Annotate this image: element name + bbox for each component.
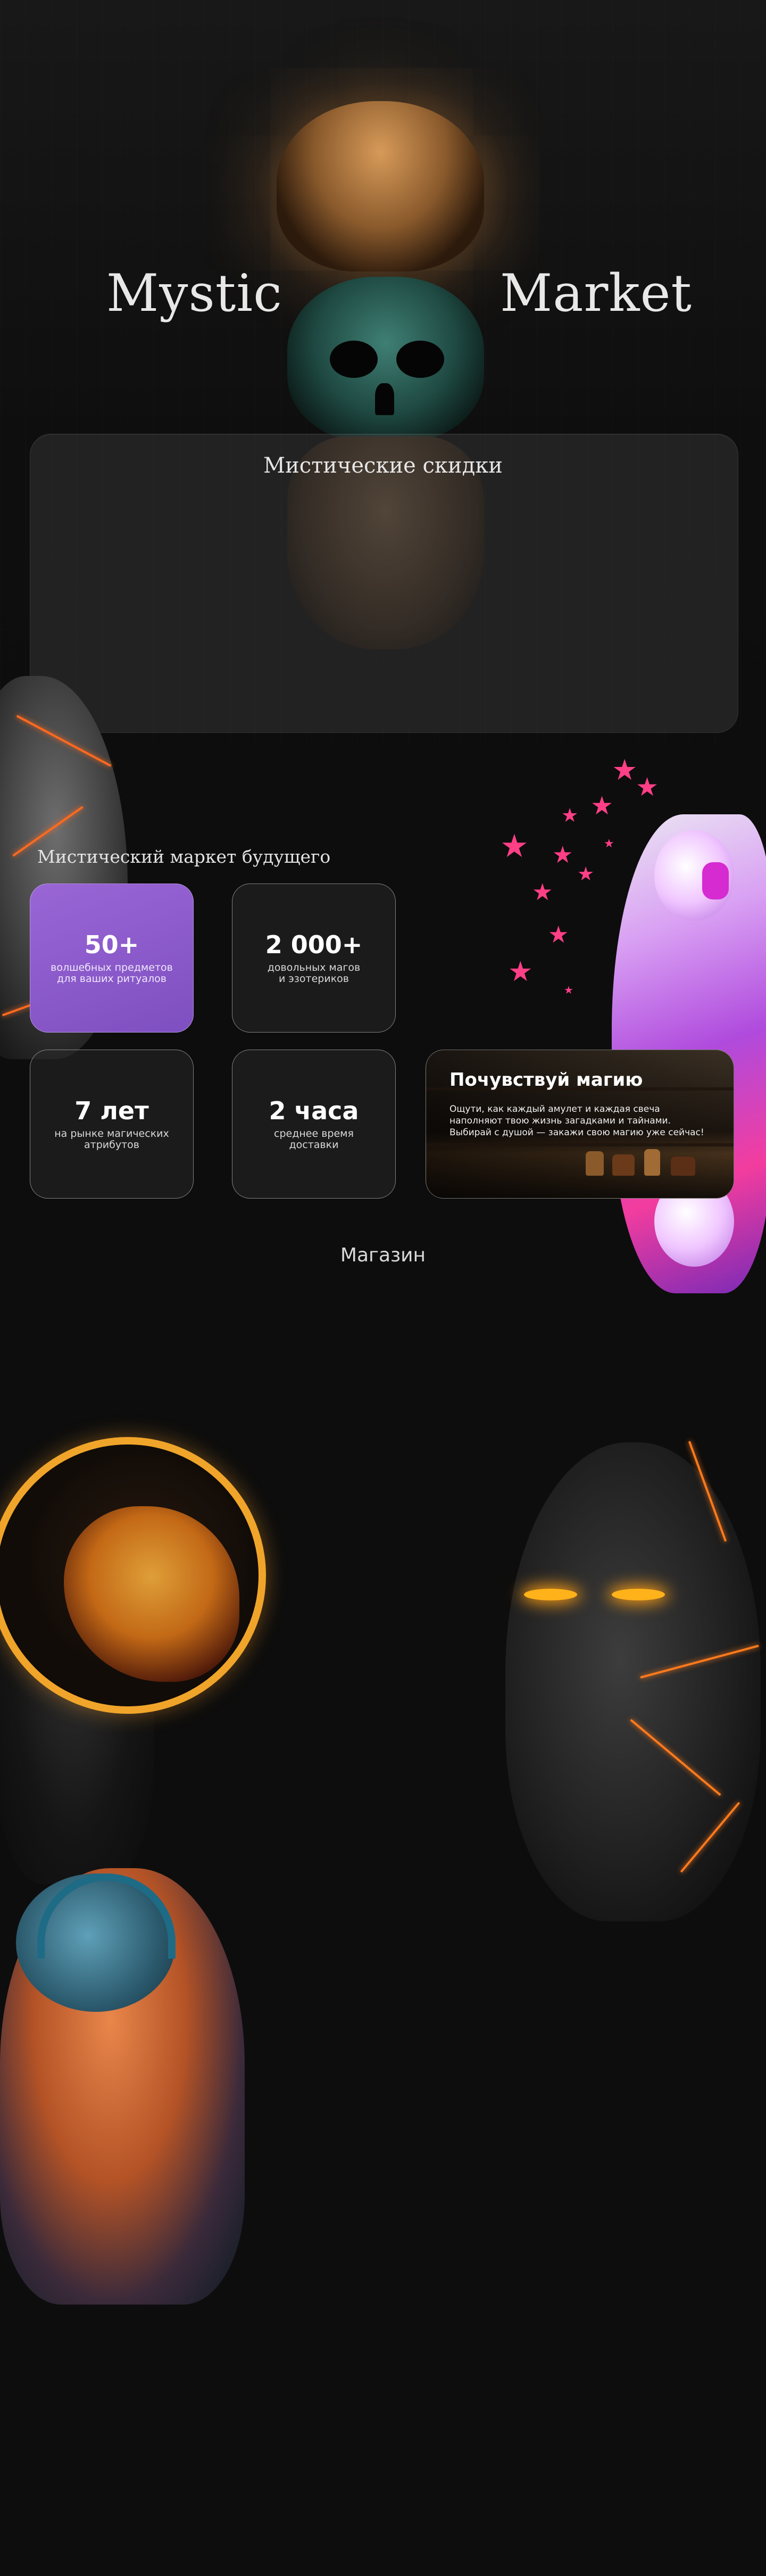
star-icon: ★ — [500, 828, 529, 865]
stat-description: довольных магов и эзотериков — [267, 961, 361, 985]
features-heading: Мистический маркет будущего — [37, 846, 331, 867]
stat-value: 2 часа — [269, 1096, 359, 1125]
discount-panel[interactable] — [30, 434, 738, 733]
stat-card-products[interactable]: 50+ волшебных предметов для ваших ритуал… — [30, 884, 194, 1033]
star-icon: ★ — [508, 956, 533, 988]
skull-eye-left — [330, 341, 378, 378]
jar — [612, 1154, 635, 1176]
promo-card[interactable]: Почувствуй магию Ощути, как каждый амуле… — [426, 1050, 734, 1199]
stat-description: на рынке магических атрибутов — [54, 1127, 169, 1151]
star-icon: ★ — [604, 837, 614, 851]
star-icon: ★ — [532, 879, 553, 906]
star-icon: ★ — [577, 863, 595, 885]
star-icon: ★ — [564, 984, 573, 996]
hero-title-right: Market — [500, 263, 692, 323]
stat-card-delivery[interactable]: 2 часа среднее время доставки — [232, 1050, 396, 1199]
stat-card-customers[interactable]: 2 000+ довольных магов и эзотериков — [232, 884, 396, 1033]
skull-eye-right — [396, 341, 444, 378]
sculpture-skull-image — [287, 277, 484, 442]
headphone-icon — [702, 862, 729, 899]
promo-text: Ощути, как каждый амулет и каждая свеча … — [449, 1104, 704, 1138]
star-icon: ★ — [612, 753, 638, 787]
stat-value: 2 000+ — [265, 930, 363, 959]
jar — [671, 1157, 695, 1176]
jar — [644, 1149, 660, 1176]
promo-title: Почувствуй магию — [449, 1069, 643, 1091]
hero-title-left: Mystic — [106, 263, 282, 323]
glowing-eye-right — [612, 1589, 665, 1600]
lava-face-right-image — [505, 1442, 761, 1921]
stat-description: среднее время доставки — [274, 1127, 354, 1151]
sculpture-top-image — [277, 101, 484, 271]
star-icon: ★ — [552, 841, 573, 869]
stat-description: волшебных предметов для ваших ритуалов — [51, 961, 173, 985]
star-icon: ★ — [548, 921, 569, 948]
skull-nose — [375, 383, 394, 415]
shelf — [426, 1143, 734, 1146]
glowing-eye-left — [524, 1589, 577, 1600]
shop-heading: Магазин — [340, 1244, 426, 1266]
stat-card-years[interactable]: 7 лет на рынке магических атрибутов — [30, 1050, 194, 1199]
stat-value: 7 лет — [74, 1096, 149, 1125]
star-icon: ★ — [561, 805, 579, 827]
stat-value: 50+ — [84, 930, 139, 959]
jar — [586, 1151, 604, 1176]
discount-title: Мистические скидки — [263, 453, 503, 478]
star-icon: ★ — [636, 772, 659, 802]
star-icon: ★ — [590, 791, 614, 821]
